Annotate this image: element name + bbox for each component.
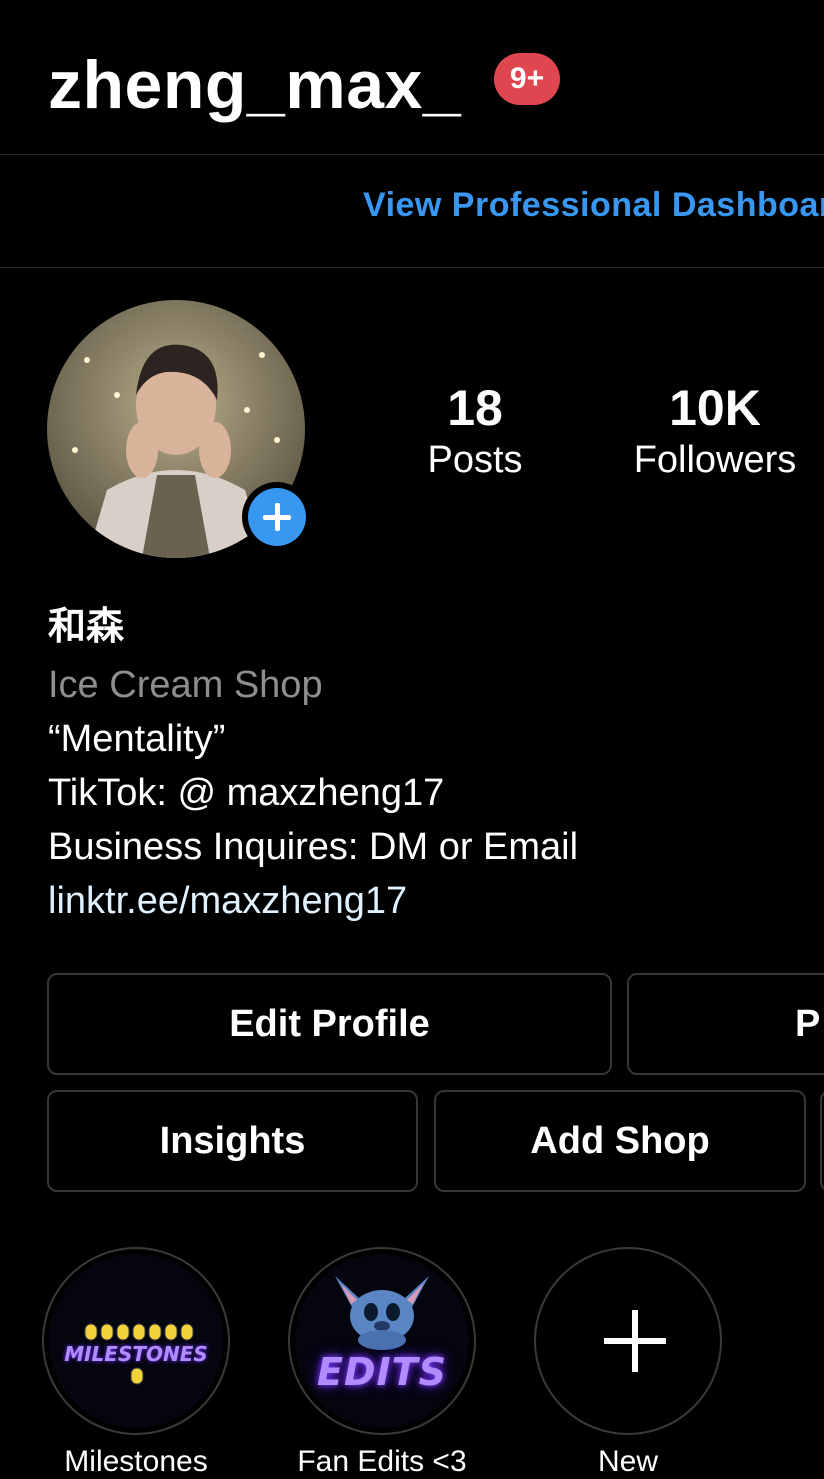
header-divider [0, 154, 824, 155]
insights-button[interactable]: Insights [47, 1090, 418, 1192]
highlight-cover: MILESTONES [49, 1254, 223, 1428]
edit-profile-button[interactable]: Edit Profile [47, 973, 612, 1075]
profile-display-name: 和森 [48, 606, 125, 648]
add-shop-button[interactable]: Add Shop [434, 1090, 806, 1192]
dashboard-divider [0, 267, 824, 268]
bio-text: TikTok: @ maxzheng17 [48, 772, 445, 814]
minions-icon [84, 1323, 194, 1385]
highlight-new[interactable] [534, 1247, 722, 1435]
bio-link[interactable]: linktr.ee/maxzheng17 [48, 874, 407, 928]
highlight-label: New [597, 1445, 658, 1478]
highlight-fan-edits[interactable]: EDITS [288, 1247, 476, 1435]
highlight-cover-text: EDITS [317, 1350, 447, 1394]
highlight-cover: EDITS [295, 1254, 469, 1428]
profile-category: Ice Cream Shop [48, 664, 323, 706]
highlight-milestones[interactable]: MILESTONES [42, 1247, 230, 1435]
highlight-cover-text: MILESTONES [64, 1342, 208, 1366]
posts-stat[interactable]: 18 Posts [400, 380, 550, 484]
more-button[interactable] [820, 1090, 824, 1192]
followers-count: 10K [669, 380, 761, 436]
followers-label: Followers [633, 439, 797, 481]
plus-icon [248, 488, 306, 546]
highlight-label: Fan Edits <3 [297, 1445, 467, 1478]
bio-text: “Mentality” [48, 718, 226, 760]
followers-stat[interactable]: 10K Followers [615, 380, 815, 484]
profile-username[interactable]: zheng_max_ [48, 40, 461, 130]
add-story-button[interactable] [242, 482, 312, 552]
plus-icon [541, 1254, 715, 1428]
stitch-icon [335, 1276, 429, 1350]
posts-label: Posts [427, 439, 523, 481]
notification-badge[interactable]: 9+ [494, 53, 560, 105]
professional-dashboard-link[interactable]: View Professional Dashboard [363, 186, 824, 225]
highlight-label: Milestones [64, 1445, 208, 1478]
posts-count: 18 [447, 380, 503, 436]
bio-text: Business Inquires: DM or Email [48, 826, 579, 868]
promotions-button[interactable]: P [627, 973, 824, 1075]
